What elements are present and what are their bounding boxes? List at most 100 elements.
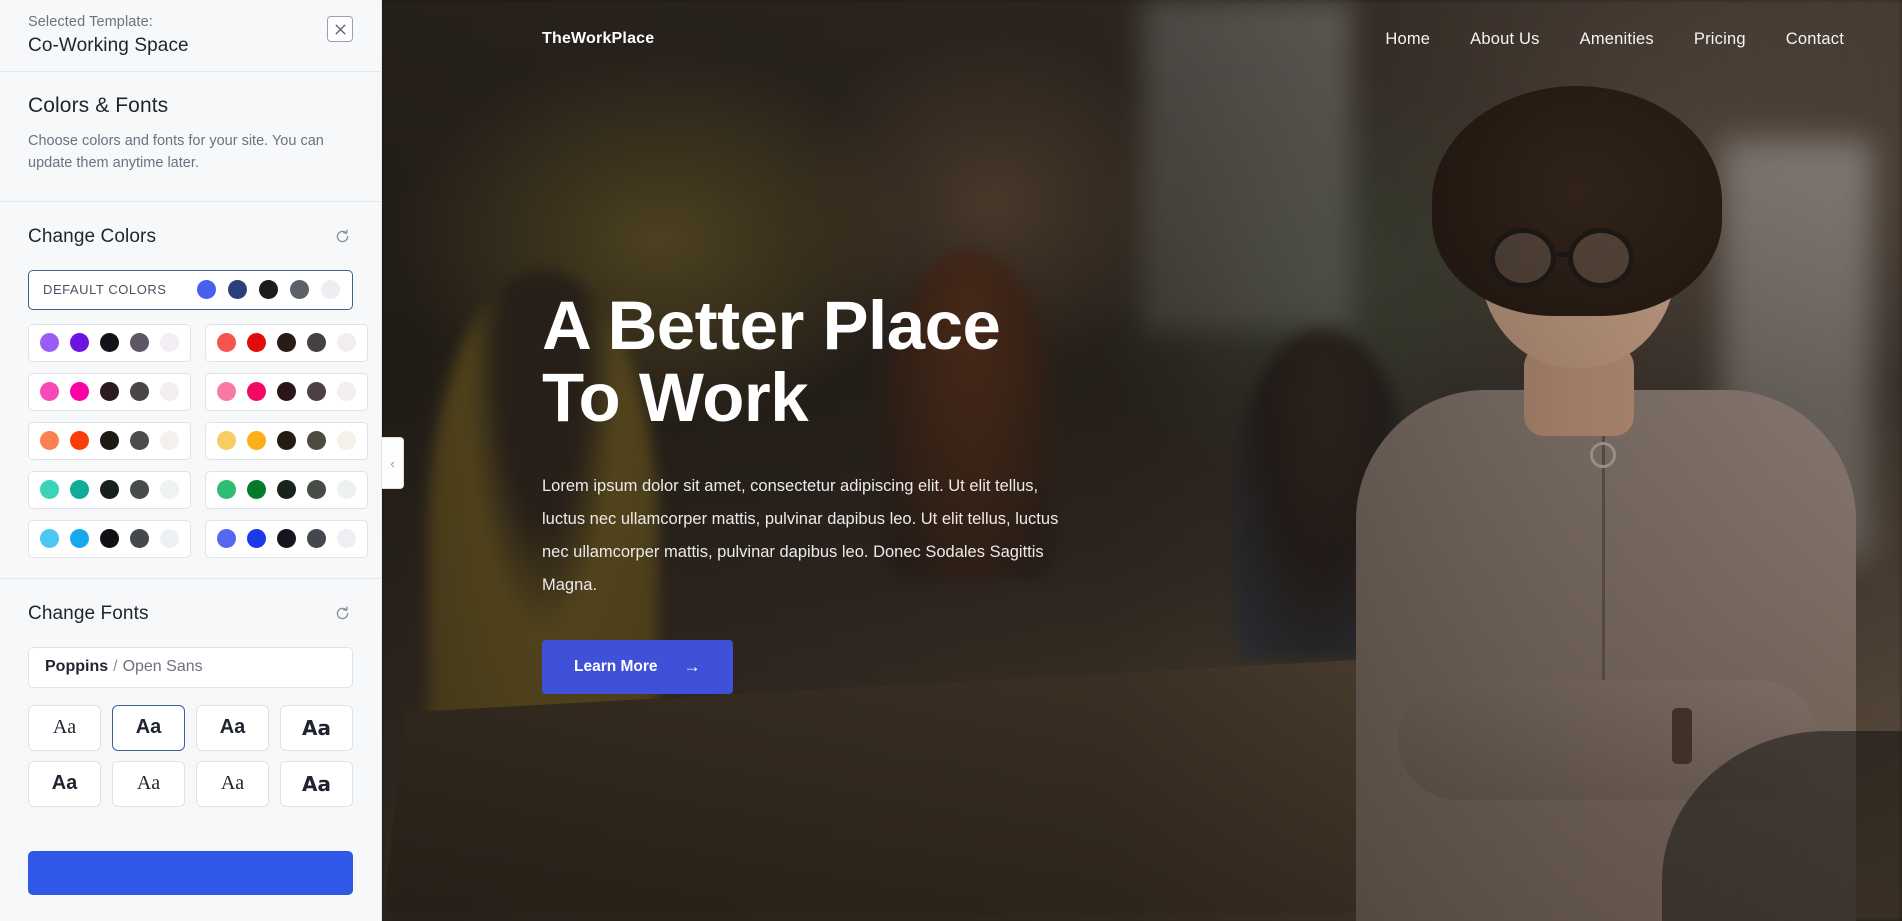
color-swatch [277,431,296,450]
color-palette-option[interactable] [28,470,191,509]
color-swatch [217,480,236,499]
color-swatch [100,529,119,548]
selected-body-font: Open Sans [122,658,203,675]
selected-heading-font: Poppins [45,658,109,675]
nav-link-pricing[interactable]: Pricing [1694,30,1746,49]
color-swatch [217,431,236,450]
color-swatch [277,480,296,499]
color-swatch [130,431,149,450]
font-tile[interactable]: Aa [196,760,269,807]
color-swatch [337,333,356,352]
change-colors-title: Change Colors [28,225,157,247]
color-swatch [217,382,236,401]
color-swatch [337,431,356,450]
color-swatch [217,529,236,548]
colors-fonts-intro: Colors & Fonts Choose colors and fonts f… [0,72,381,202]
color-swatch [70,529,89,548]
nav-link-home[interactable]: Home [1385,30,1430,49]
arrow-right-icon: → [683,656,701,676]
font-tile[interactable]: Aa [28,760,101,807]
color-swatch [228,280,247,299]
color-swatch [160,333,179,352]
color-palette-option[interactable] [205,372,368,411]
reset-fonts-icon[interactable] [331,603,353,625]
color-swatch [307,382,326,401]
editor-sidebar: Selected Template: Co-Working Space Colo… [0,0,382,921]
palette-default-swatches [197,280,340,299]
palette-default-label: DEFAULT COLORS [43,282,167,297]
change-fonts-title: Change Fonts [28,602,149,624]
font-tile-grid: Aa Aa Aa Aa Aa Aa Aa Aa [28,704,353,807]
font-tile[interactable]: Aa [112,704,185,751]
hero-copy: A Better Place To Work Lorem ipsum dolor… [542,290,1062,694]
nav-links: Home About Us Amenities Pricing Contact [1385,30,1844,49]
color-swatch [290,280,309,299]
reset-colors-icon[interactable] [331,226,353,248]
selected-font-pair[interactable]: Poppins / Open Sans [28,646,353,688]
color-palette-option[interactable] [205,519,368,558]
color-palette-option[interactable] [205,323,368,362]
color-palette-option[interactable] [28,519,191,558]
color-swatch [247,529,266,548]
color-swatch [160,431,179,450]
color-swatch [337,382,356,401]
site-preview: TheWorkPlace Home About Us Amenities Pricin… [382,0,1902,921]
change-colors-header: Change Colors [28,226,353,248]
color-swatch [307,529,326,548]
color-swatch [40,333,59,352]
color-swatch [40,480,59,499]
color-palette-option[interactable] [205,421,368,460]
color-swatch [247,431,266,450]
page-description: Choose colors and fonts for your site. Y… [28,133,324,171]
color-swatch [40,382,59,401]
close-icon[interactable] [327,16,353,42]
selected-template-header: Selected Template: Co-Working Space [0,0,381,72]
nav-link-about-us[interactable]: About Us [1470,30,1539,49]
nav-link-amenities[interactable]: Amenities [1580,30,1654,49]
color-swatch [100,431,119,450]
page-title: Colors & Fonts [28,94,169,117]
palette-grid [28,323,368,558]
learn-more-label: Learn More [574,657,658,675]
color-swatch [130,333,149,352]
color-palette-option[interactable] [28,323,191,362]
color-swatch [247,480,266,499]
color-swatch [307,431,326,450]
chevron-left-icon[interactable]: ‹ [382,437,404,489]
font-tile[interactable]: Aa [196,704,269,751]
selected-template-label: Selected Template: [28,14,153,30]
color-swatch [40,529,59,548]
color-swatch [247,333,266,352]
nav-link-contact[interactable]: Contact [1786,30,1844,49]
color-swatch [307,333,326,352]
color-swatch [70,333,89,352]
font-tile[interactable]: Aa [112,760,185,807]
color-swatch [307,480,326,499]
template-editor-app: Selected Template: Co-Working Space Colo… [0,0,1902,921]
color-swatch [130,382,149,401]
color-swatch [277,382,296,401]
color-palette-option[interactable] [28,372,191,411]
palette-default-colors[interactable]: DEFAULT COLORS [28,269,353,310]
site-brand[interactable]: TheWorkPlace [542,30,654,48]
font-tile[interactable]: Aa [28,704,101,751]
color-swatch [130,529,149,548]
color-swatch [70,431,89,450]
change-colors-section: Change Colors DEFAULT COLORS [0,202,381,579]
font-tile[interactable]: Aa [280,760,353,807]
color-swatch [100,382,119,401]
color-swatch [277,529,296,548]
hero-paragraph: Lorem ipsum dolor sit amet, consectetur … [542,476,1059,594]
color-swatch [70,382,89,401]
continue-button[interactable] [28,850,353,895]
color-swatch [197,280,216,299]
color-swatch [277,333,296,352]
color-swatch [247,382,266,401]
color-palette-option[interactable] [205,470,368,509]
selected-template-name: Co-Working Space [28,35,189,56]
font-tile[interactable]: Aa [280,704,353,751]
color-palette-option[interactable] [28,421,191,460]
learn-more-button[interactable]: Learn More → [542,639,733,694]
site-navbar: TheWorkPlace Home About Us Amenities Pricin… [382,0,1902,78]
color-swatch [337,480,356,499]
